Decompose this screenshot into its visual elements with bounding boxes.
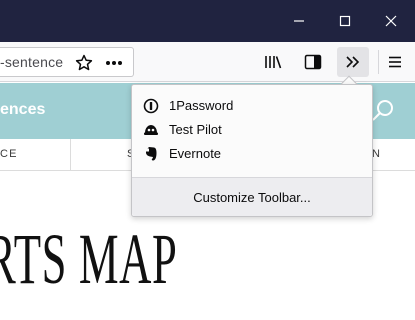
- maximize-button[interactable]: [322, 0, 368, 42]
- overflow-chevron-icon: [346, 56, 360, 68]
- panel-item-label: 1Password: [169, 98, 234, 113]
- onepassword-icon: [143, 98, 159, 114]
- panel-item-label: Evernote: [169, 146, 222, 161]
- url-text[interactable]: -sentence: [0, 54, 63, 70]
- customize-toolbar-label: Customize Toolbar...: [193, 190, 311, 205]
- page-actions-button[interactable]: [104, 53, 124, 73]
- minimize-button[interactable]: [276, 0, 322, 42]
- hamburger-menu-icon: [389, 56, 401, 68]
- panel-item-evernote[interactable]: Evernote: [132, 142, 372, 166]
- url-bar[interactable]: -sentence: [0, 47, 134, 77]
- overflow-chevron[interactable]: [342, 51, 364, 73]
- page-actions-icon: [106, 61, 122, 65]
- nav-item[interactable]: N: [372, 148, 381, 160]
- test-pilot-icon: [143, 122, 159, 138]
- open-menu-button[interactable]: [384, 51, 406, 73]
- library-button[interactable]: [262, 51, 284, 73]
- library-icon: [265, 56, 282, 69]
- close-window-button[interactable]: [368, 0, 414, 42]
- bookmark-star-icon: [75, 54, 93, 71]
- minimize-icon: [294, 20, 304, 22]
- sidebar-icon: [304, 54, 322, 70]
- panel-item-test-pilot[interactable]: Test Pilot: [132, 118, 372, 142]
- close-icon: [385, 15, 397, 27]
- maximize-icon: [339, 15, 351, 27]
- evernote-icon: [143, 146, 159, 162]
- panel-item-label: Test Pilot: [169, 122, 222, 137]
- customize-toolbar-button[interactable]: Customize Toolbar...: [132, 177, 372, 216]
- nav-item[interactable]: CE: [0, 148, 18, 160]
- sidebar-button[interactable]: [302, 51, 324, 73]
- toolbar-divider: [378, 50, 379, 74]
- search-icon[interactable]: [370, 98, 396, 124]
- page-headline: RTS MAP: [0, 219, 178, 299]
- bookmark-star-button[interactable]: [74, 53, 94, 73]
- site-title[interactable]: ences: [0, 101, 45, 119]
- overflow-panel: 1Password Test Pilot Evernote Customize …: [131, 84, 373, 217]
- title-bar: [0, 0, 415, 42]
- nav-separator: [70, 139, 71, 171]
- panel-item-1password[interactable]: 1Password: [132, 94, 372, 118]
